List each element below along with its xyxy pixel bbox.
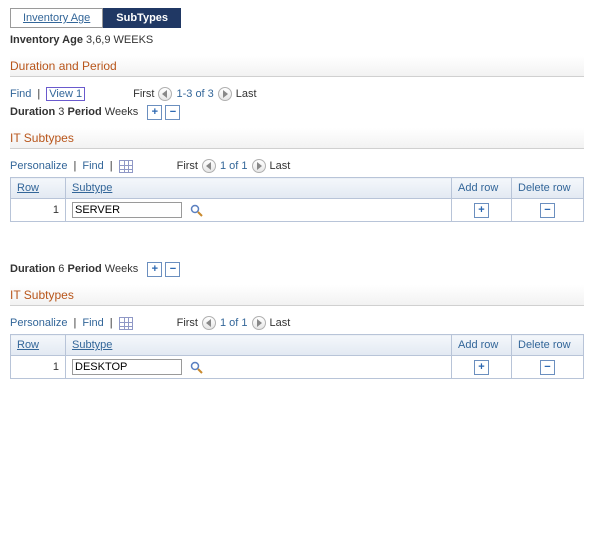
period-value-b: Weeks — [105, 263, 138, 275]
tab-inventory-age[interactable]: Inventory Age — [10, 8, 103, 28]
grid-range-b[interactable]: 1 of 1 — [220, 317, 248, 329]
grid-first-label: First — [177, 160, 198, 172]
col-del: Delete row — [512, 335, 584, 356]
duration-value-a: 3 — [58, 106, 64, 118]
personalize-link[interactable]: Personalize — [10, 317, 67, 329]
col-add: Add row — [452, 178, 512, 199]
grid-next-icon[interactable] — [252, 159, 266, 173]
duration-label: Duration — [10, 263, 55, 275]
period-label: Period — [67, 106, 101, 118]
subtype-cell — [66, 356, 452, 379]
del-cell: − — [512, 199, 584, 222]
add-row-button[interactable]: + — [474, 360, 489, 375]
inventory-age-value: 3,6,9 WEEKS — [86, 34, 153, 46]
lookup-icon[interactable] — [189, 203, 204, 218]
add-row-button[interactable]: + — [474, 203, 489, 218]
first-label: First — [133, 88, 154, 100]
inventory-age-label: Inventory Age — [10, 34, 83, 46]
tab-subtypes[interactable]: SubTypes — [103, 8, 181, 28]
grid-icon[interactable] — [119, 160, 133, 173]
subtype-grid-b: Row Subtype Add row Delete row 1 + − — [10, 334, 584, 379]
view1-link[interactable]: View 1 — [46, 87, 85, 101]
find-link[interactable]: Find — [10, 88, 31, 100]
col-row[interactable]: Row — [11, 335, 66, 356]
duration-nav: Find | View 1 First 1-3 of 3 Last — [10, 87, 584, 101]
add-row-button[interactable]: + — [147, 105, 162, 120]
grid-next-icon[interactable] — [252, 316, 266, 330]
table-row: 1 + − — [11, 199, 584, 222]
add-cell: + — [452, 356, 512, 379]
col-row[interactable]: Row — [11, 178, 66, 199]
delete-row-button[interactable]: − — [540, 360, 555, 375]
col-del: Delete row — [512, 178, 584, 199]
section-duration-period: Duration and Period — [10, 56, 584, 77]
grid-prev-icon[interactable] — [202, 159, 216, 173]
range-text[interactable]: 1-3 of 3 — [176, 88, 213, 100]
period-label: Period — [67, 263, 101, 275]
row-number: 1 — [11, 199, 66, 222]
delete-row-button[interactable]: − — [165, 262, 180, 277]
separator: | — [37, 88, 40, 100]
grid-last-label: Last — [270, 160, 291, 172]
col-add: Add row — [452, 335, 512, 356]
grid-icon[interactable] — [119, 317, 133, 330]
grid-last-label: Last — [270, 317, 291, 329]
next-icon[interactable] — [218, 87, 232, 101]
delete-row-button[interactable]: − — [165, 105, 180, 120]
duration-label: Duration — [10, 106, 55, 118]
subtype-input[interactable] — [72, 359, 182, 375]
find-link-grid[interactable]: Find — [82, 317, 103, 329]
grid-nav-a: Personalize | Find | First 1 of 1 Last — [10, 159, 584, 173]
period-value-a: Weeks — [105, 106, 138, 118]
prev-icon[interactable] — [158, 87, 172, 101]
add-row-button[interactable]: + — [147, 262, 162, 277]
grid-range-a[interactable]: 1 of 1 — [220, 160, 248, 172]
duration-row-a: Duration 3 Period Weeks + − — [10, 105, 584, 120]
grid-header-row: Row Subtype Add row Delete row — [11, 335, 584, 356]
subtype-input[interactable] — [72, 202, 182, 218]
grid-nav-b: Personalize | Find | First 1 of 1 Last — [10, 316, 584, 330]
last-label: Last — [236, 88, 257, 100]
grid-first-label: First — [177, 317, 198, 329]
col-subtype[interactable]: Subtype — [66, 335, 452, 356]
table-row: 1 + − — [11, 356, 584, 379]
row-number: 1 — [11, 356, 66, 379]
duration-value-b: 6 — [58, 263, 64, 275]
duration-row-b: Duration 6 Period Weeks + − — [10, 262, 584, 277]
lookup-icon[interactable] — [189, 360, 204, 375]
grid-header-row: Row Subtype Add row Delete row — [11, 178, 584, 199]
col-subtype[interactable]: Subtype — [66, 178, 452, 199]
section-it-subtypes-a: IT Subtypes — [10, 128, 584, 149]
subtype-cell — [66, 199, 452, 222]
section-it-subtypes-b: IT Subtypes — [10, 285, 584, 306]
find-link-grid[interactable]: Find — [82, 160, 103, 172]
tab-bar: Inventory Age SubTypes — [10, 8, 584, 28]
delete-row-button[interactable]: − — [540, 203, 555, 218]
del-cell: − — [512, 356, 584, 379]
add-cell: + — [452, 199, 512, 222]
subtype-grid-a: Row Subtype Add row Delete row 1 + − — [10, 177, 584, 222]
grid-prev-icon[interactable] — [202, 316, 216, 330]
inventory-age-field: Inventory Age 3,6,9 WEEKS — [10, 34, 584, 46]
personalize-link[interactable]: Personalize — [10, 160, 67, 172]
